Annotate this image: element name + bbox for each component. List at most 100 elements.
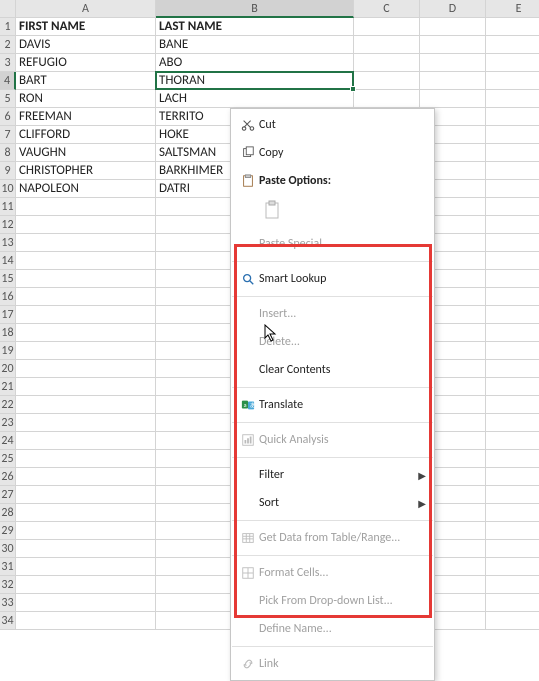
cell[interactable]	[486, 396, 539, 414]
cell[interactable]	[16, 576, 156, 594]
row-header[interactable]: 32	[0, 576, 16, 594]
cell[interactable]	[354, 72, 420, 90]
row-header[interactable]: 23	[0, 414, 16, 432]
cell[interactable]	[486, 108, 539, 126]
cell[interactable]	[486, 468, 539, 486]
cell[interactable]	[486, 324, 539, 342]
row-header[interactable]: 12	[0, 216, 16, 234]
cell[interactable]	[16, 540, 156, 558]
cell[interactable]	[420, 72, 486, 90]
row-header[interactable]: 14	[0, 252, 16, 270]
cell[interactable]	[16, 378, 156, 396]
row-header[interactable]: 18	[0, 324, 16, 342]
cell[interactable]	[420, 90, 486, 108]
cell[interactable]	[16, 504, 156, 522]
cell[interactable]	[486, 450, 539, 468]
cell[interactable]	[420, 36, 486, 54]
cell[interactable]	[420, 18, 486, 36]
menu-translate[interactable]: aあ Translate	[231, 391, 434, 419]
cell[interactable]	[486, 270, 539, 288]
cell[interactable]	[16, 414, 156, 432]
row-header[interactable]: 27	[0, 486, 16, 504]
cell[interactable]	[486, 180, 539, 198]
row-header[interactable]: 29	[0, 522, 16, 540]
cell[interactable]	[486, 594, 539, 612]
cell[interactable]: BANE	[156, 36, 354, 54]
column-header-E[interactable]: E	[486, 0, 539, 18]
cell[interactable]	[16, 324, 156, 342]
cell[interactable]	[16, 594, 156, 612]
cell[interactable]	[16, 306, 156, 324]
cell[interactable]	[16, 342, 156, 360]
row-header[interactable]: 3	[0, 54, 16, 72]
row-header[interactable]: 17	[0, 306, 16, 324]
cell[interactable]: CLIFFORD	[16, 126, 156, 144]
cell[interactable]: VAUGHN	[16, 144, 156, 162]
row-header[interactable]: 30	[0, 540, 16, 558]
cell[interactable]	[486, 576, 539, 594]
cell[interactable]	[486, 306, 539, 324]
cell[interactable]	[486, 162, 539, 180]
row-header[interactable]: 20	[0, 360, 16, 378]
row-header[interactable]: 16	[0, 288, 16, 306]
cell[interactable]	[486, 18, 539, 36]
cell[interactable]	[16, 558, 156, 576]
cell[interactable]	[16, 486, 156, 504]
cell[interactable]	[486, 54, 539, 72]
cell[interactable]	[486, 216, 539, 234]
cell[interactable]	[486, 36, 539, 54]
select-all-corner[interactable]	[0, 0, 16, 18]
cell[interactable]: REFUGIO	[16, 54, 156, 72]
row-header[interactable]: 7	[0, 126, 16, 144]
menu-sort[interactable]: Sort ▶	[231, 489, 434, 517]
cell[interactable]	[486, 198, 539, 216]
cell[interactable]	[486, 126, 539, 144]
cell[interactable]	[486, 288, 539, 306]
row-header[interactable]: 28	[0, 504, 16, 522]
cell[interactable]	[486, 360, 539, 378]
cell[interactable]	[486, 558, 539, 576]
menu-clear-contents[interactable]: Clear Contents	[231, 356, 434, 384]
cell[interactable]: ABO	[156, 54, 354, 72]
cell[interactable]: CHRISTOPHER	[16, 162, 156, 180]
row-header[interactable]: 34	[0, 612, 16, 630]
cell[interactable]	[486, 342, 539, 360]
cell[interactable]	[486, 504, 539, 522]
column-header-B[interactable]: B	[156, 0, 354, 18]
row-header[interactable]: 31	[0, 558, 16, 576]
cell[interactable]	[16, 270, 156, 288]
cell[interactable]	[16, 252, 156, 270]
row-header[interactable]: 22	[0, 396, 16, 414]
column-header-C[interactable]: C	[354, 0, 420, 18]
cell[interactable]	[16, 216, 156, 234]
cell[interactable]: FREEMAN	[16, 108, 156, 126]
cell[interactable]: LAST NAME	[156, 18, 354, 36]
cell[interactable]: LACH	[156, 90, 354, 108]
cell[interactable]	[486, 72, 539, 90]
row-header[interactable]: 10	[0, 180, 16, 198]
cell[interactable]: RON	[16, 90, 156, 108]
cell[interactable]	[486, 90, 539, 108]
row-header[interactable]: 24	[0, 432, 16, 450]
row-header[interactable]: 5	[0, 90, 16, 108]
column-header-D[interactable]: D	[420, 0, 486, 18]
cell[interactable]	[16, 522, 156, 540]
cell[interactable]: NAPOLEON	[16, 180, 156, 198]
row-header[interactable]: 11	[0, 198, 16, 216]
cell[interactable]	[16, 432, 156, 450]
cell[interactable]	[420, 54, 486, 72]
row-header[interactable]: 33	[0, 594, 16, 612]
row-header[interactable]: 13	[0, 234, 16, 252]
cell[interactable]: THORAN	[156, 72, 354, 90]
cell[interactable]	[354, 36, 420, 54]
column-header-A[interactable]: A	[16, 0, 156, 18]
cell[interactable]	[16, 288, 156, 306]
cell[interactable]	[486, 144, 539, 162]
cell[interactable]	[16, 234, 156, 252]
cell[interactable]	[486, 522, 539, 540]
row-header[interactable]: 9	[0, 162, 16, 180]
cell[interactable]	[486, 234, 539, 252]
menu-filter[interactable]: Filter ▶	[231, 461, 434, 489]
cell[interactable]	[354, 18, 420, 36]
cell[interactable]	[16, 198, 156, 216]
